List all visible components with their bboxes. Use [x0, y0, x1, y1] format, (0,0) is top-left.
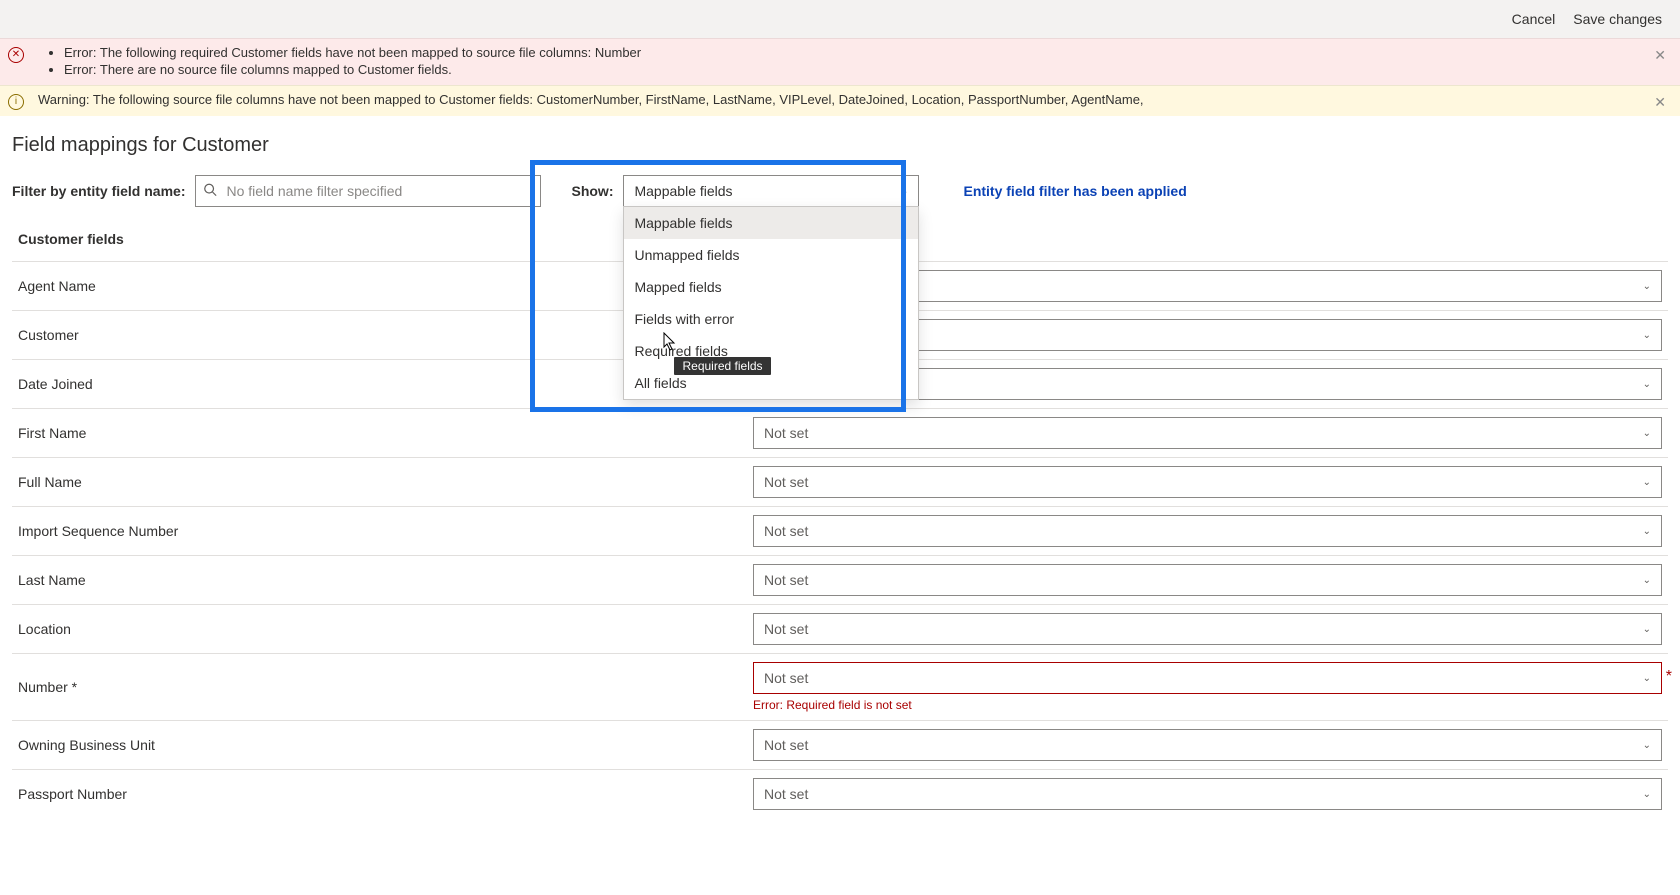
chevron-down-icon: ⌄	[1643, 526, 1651, 537]
error-item: Error: There are no source file columns …	[64, 62, 641, 77]
field-row: First Name Not set ⌄	[12, 408, 1668, 457]
dropdown-item-mapped[interactable]: Mapped fields	[624, 271, 918, 303]
field-value-select[interactable]: Not set ⌄	[753, 729, 1662, 761]
error-icon: ✕	[8, 47, 24, 63]
close-icon[interactable]: ✕	[1654, 94, 1666, 111]
dropdown-item-unmapped[interactable]: Unmapped fields	[624, 239, 918, 271]
error-item: Error: The following required Customer f…	[64, 45, 641, 60]
field-value-wrap: Not set ⌄	[753, 613, 1662, 645]
field-label: Location	[18, 621, 753, 637]
chevron-down-icon: ⌄	[1643, 428, 1651, 439]
field-error-text: Error: Required field is not set	[753, 698, 1662, 712]
save-changes-button[interactable]: Save changes	[1573, 11, 1662, 27]
field-label: Owning Business Unit	[18, 737, 753, 753]
chevron-down-icon: ⌄	[900, 186, 908, 197]
field-row: Passport Number Not set ⌄	[12, 769, 1668, 818]
field-value-wrap: Not set ⌄	[753, 466, 1662, 498]
cursor-icon	[662, 332, 678, 355]
field-value-text: Not set	[764, 737, 808, 753]
error-alert: ✕ Error: The following required Customer…	[0, 38, 1680, 85]
field-value-wrap: Not set ⌄	[753, 564, 1662, 596]
close-icon[interactable]: ✕	[1654, 47, 1666, 64]
field-value-select[interactable]: Not set ⌄	[753, 613, 1662, 645]
field-row: Full Name Not set ⌄	[12, 457, 1668, 506]
chevron-down-icon: ⌄	[1643, 379, 1651, 390]
field-value-text: Not set	[764, 572, 808, 588]
field-value-wrap: Not set ⌄	[753, 778, 1662, 810]
field-row: Number *Not set⌄*Error: Required field i…	[12, 653, 1668, 720]
chevron-down-icon: ⌄	[1643, 281, 1651, 292]
field-value-wrap: Not set ⌄	[753, 417, 1662, 449]
show-selected-value: Mappable fields	[634, 183, 732, 199]
field-label: Full Name	[18, 474, 753, 490]
required-indicator: *	[1666, 668, 1672, 686]
chevron-down-icon: ⌄	[1643, 477, 1651, 488]
filter-input-wrap	[195, 175, 541, 207]
warning-alert: i Warning: The following source file col…	[0, 85, 1680, 116]
chevron-down-icon: ⌄	[1643, 575, 1651, 586]
field-value-text: Not set	[764, 786, 808, 802]
top-action-bar: Cancel Save changes	[0, 0, 1680, 38]
filter-label: Filter by entity field name:	[12, 183, 185, 199]
field-value-select[interactable]: Not set ⌄	[753, 417, 1662, 449]
field-value-text: Not set	[764, 425, 808, 441]
field-value-select[interactable]: Not set ⌄	[753, 778, 1662, 810]
show-dropdown-list: Mappable fields Unmapped fields Mapped f…	[623, 206, 919, 400]
field-value-select[interactable]: Not set ⌄	[753, 662, 1662, 694]
field-label: Import Sequence Number	[18, 523, 753, 539]
dropdown-item-all[interactable]: All fields	[624, 367, 918, 399]
info-icon: i	[8, 94, 24, 110]
filter-applied-message: Entity field filter has been applied	[963, 183, 1186, 199]
dropdown-item-mappable[interactable]: Mappable fields	[624, 207, 918, 239]
dropdown-item-errors[interactable]: Fields with error	[624, 303, 918, 335]
field-label: Passport Number	[18, 786, 753, 802]
filter-row: Filter by entity field name: Show: Mappa…	[12, 175, 1668, 207]
cancel-button[interactable]: Cancel	[1512, 11, 1556, 27]
show-group: Show: Mappable fields ⌄ Mappable fields …	[571, 175, 919, 207]
field-value-select[interactable]: Not set ⌄	[753, 515, 1662, 547]
field-value-text: Not set	[764, 621, 808, 637]
filter-input[interactable]	[195, 175, 541, 207]
field-value-text: Not set	[764, 670, 808, 686]
chevron-down-icon: ⌄	[1643, 789, 1651, 800]
field-value-wrap: Not set⌄*Error: Required field is not se…	[753, 662, 1662, 712]
chevron-down-icon: ⌄	[1643, 673, 1651, 684]
field-value-text: Not set	[764, 474, 808, 490]
warning-text: Warning: The following source file colum…	[38, 92, 1144, 107]
field-value-select[interactable]: Not set ⌄	[753, 564, 1662, 596]
field-row: Import Sequence Number Not set ⌄	[12, 506, 1668, 555]
tooltip: Required fields	[674, 357, 770, 375]
page-title: Field mappings for Customer	[12, 134, 1668, 157]
field-value-text: Not set	[764, 523, 808, 539]
field-value-wrap: Not set ⌄	[753, 515, 1662, 547]
field-label: Last Name	[18, 572, 753, 588]
chevron-down-icon: ⌄	[1643, 740, 1651, 751]
field-value-select[interactable]: Not set ⌄	[753, 466, 1662, 498]
field-label: Number *	[18, 679, 753, 695]
field-row: Last Name Not set ⌄	[12, 555, 1668, 604]
field-row: Owning Business Unit Not set ⌄	[12, 720, 1668, 769]
error-list: Error: The following required Customer f…	[34, 45, 641, 79]
chevron-down-icon: ⌄	[1643, 330, 1651, 341]
show-label: Show:	[571, 183, 613, 199]
chevron-down-icon: ⌄	[1643, 624, 1651, 635]
show-dropdown-button[interactable]: Mappable fields ⌄	[623, 175, 919, 207]
field-row: Location Not set ⌄	[12, 604, 1668, 653]
show-dropdown[interactable]: Mappable fields ⌄ Mappable fields Unmapp…	[623, 175, 919, 207]
search-icon	[203, 183, 217, 200]
main-content: Field mappings for Customer Filter by en…	[0, 116, 1680, 818]
field-label: First Name	[18, 425, 753, 441]
field-value-wrap: Not set ⌄	[753, 729, 1662, 761]
dropdown-item-required[interactable]: Required fields Required fields	[624, 335, 918, 367]
